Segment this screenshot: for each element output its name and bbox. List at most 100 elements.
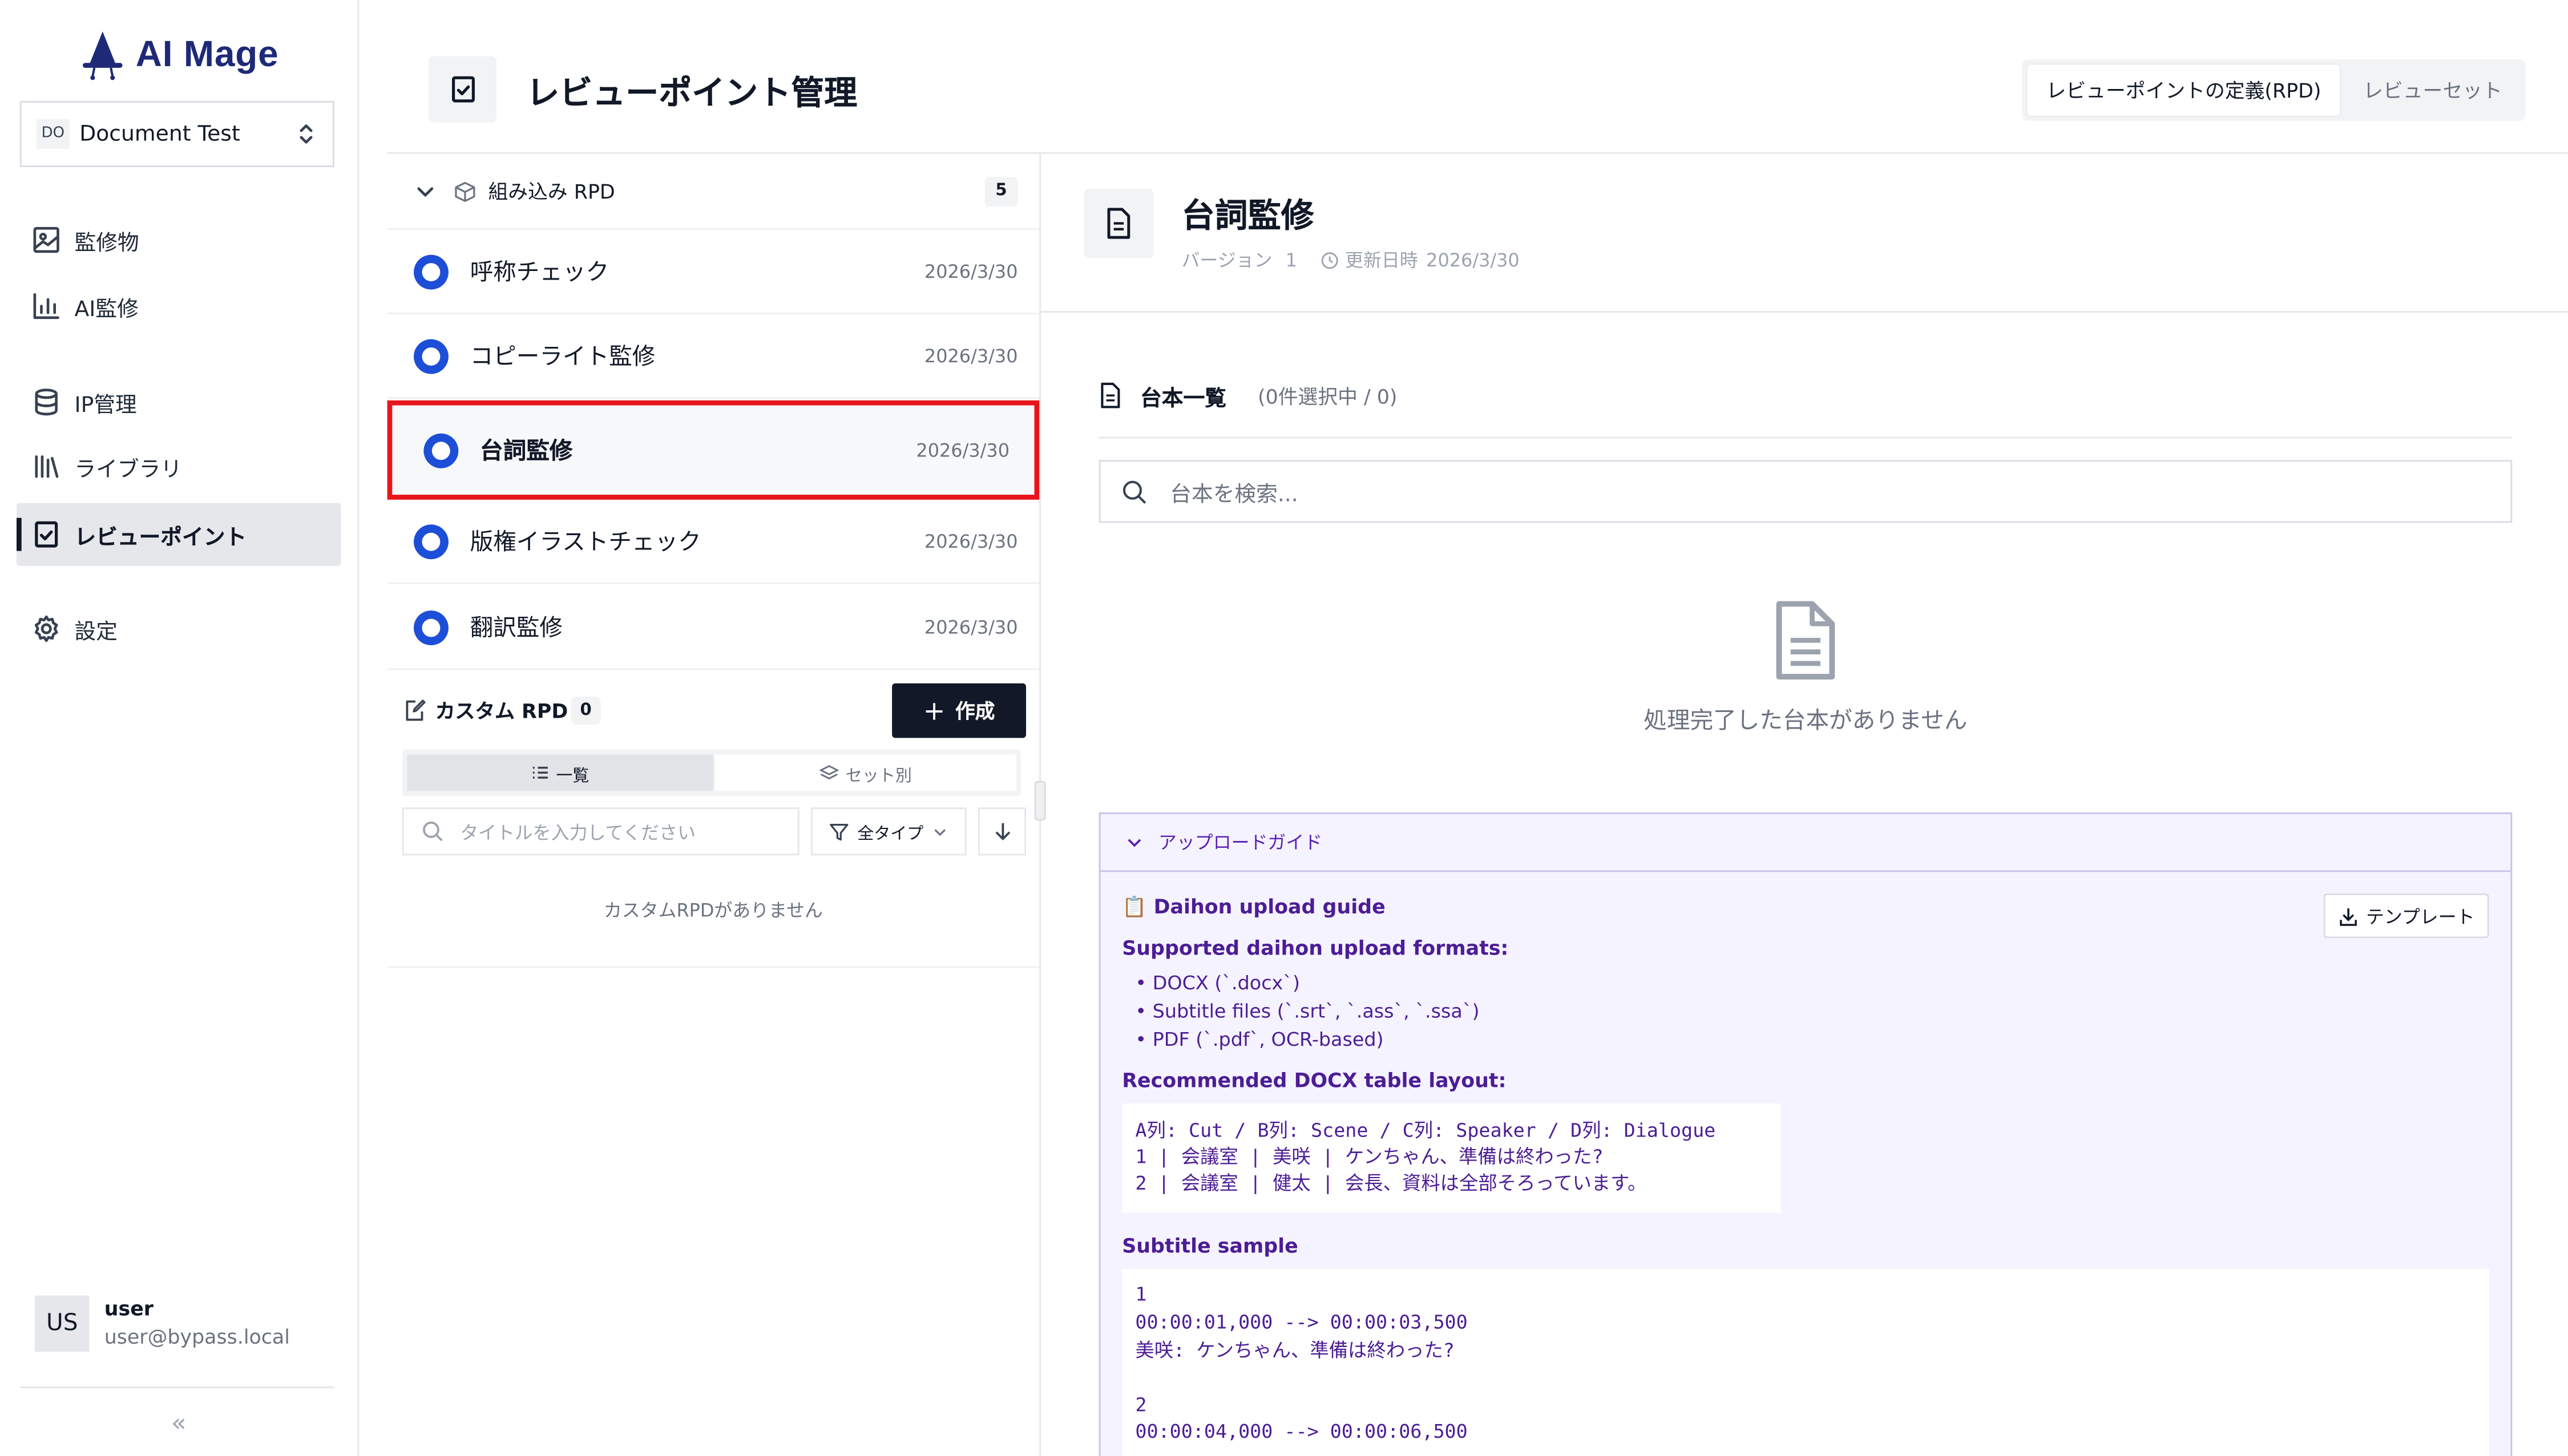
radio-icon [414, 338, 449, 373]
type-filter-select[interactable]: 全タイプ [811, 807, 967, 856]
sidebar-item-label: 監修物 [74, 230, 139, 256]
custom-empty-message: カスタムRPDがありません [603, 900, 823, 922]
user-email: user@bypass.local [104, 1325, 290, 1349]
cube-icon [454, 180, 477, 203]
tab-label: レビューセット [2363, 79, 2502, 103]
sidebar-item-library[interactable]: ライブラリ [17, 435, 341, 498]
item-name: 呼称チェック [470, 260, 609, 286]
sidebar-item-review-objects[interactable]: 監修物 [17, 208, 341, 271]
version-label: バージョン [1181, 249, 1273, 272]
template-download-button[interactable]: テンプレート [2323, 893, 2489, 939]
image-icon [31, 225, 61, 254]
sidebar-item-review-points[interactable]: レビューポイント [17, 503, 341, 566]
active-indicator [17, 517, 22, 551]
script-list-count: (0件選択中 / 0) [1258, 385, 1398, 409]
detail-title: 台詞監修 [1181, 195, 1314, 235]
search-placeholder: タイトルを入力してください [460, 821, 696, 843]
app-logo[interactable]: AI Mage [79, 26, 278, 83]
view-tab-list[interactable]: 一覧 [407, 754, 713, 791]
empty-document-icon [1772, 599, 1839, 682]
gear-icon [31, 614, 61, 644]
list-item[interactable]: 版権イラストチェック 2026/3/30 [387, 500, 1040, 584]
sidebar-item-label: IP管理 [74, 393, 137, 418]
list-item[interactable]: 呼称チェック 2026/3/30 [387, 230, 1040, 314]
script-search-placeholder: 台本を検索... [1170, 482, 1298, 507]
create-button-label: 作成 [955, 699, 995, 723]
filter-icon [829, 822, 849, 842]
database-icon [31, 387, 61, 417]
code-line: 1 [1135, 1282, 1147, 1306]
updated-label: 更新日時 [1345, 249, 1418, 272]
arrow-down-icon [992, 820, 1012, 842]
plus-icon: + [923, 694, 946, 726]
tab-review-set[interactable]: レビューセット [2345, 64, 2520, 116]
sidebar-item-settings[interactable]: 設定 [17, 597, 341, 660]
sidebar: AI Mage DO Document Test 監修物 AI監修 IP管理 ラ… [0, 0, 360, 1456]
header-tabs: レビューポイントの定義(RPD) レビューセット [2022, 59, 2526, 121]
custom-search-input[interactable]: タイトルを入力してください [402, 807, 800, 856]
detail-meta: バージョン 1 更新日時 2026/3/30 [1182, 246, 1520, 273]
custom-rpd-title: カスタム RPD [435, 699, 568, 723]
template-button-label: テンプレート [2366, 905, 2475, 928]
item-date: 2026/3/30 [924, 616, 1018, 638]
item-name: 版権イラストチェック [470, 529, 701, 556]
format-item: • Subtitle files (`.srt`, `.ass`, `.ssa`… [1135, 999, 1480, 1023]
item-name: コピーライト監修 [470, 344, 656, 371]
document-icon [1104, 207, 1133, 240]
code-line: 00:00:01,000 --> 00:00:03,500 [1135, 1310, 1468, 1334]
project-selector[interactable]: DO Document Test [19, 100, 334, 167]
create-button[interactable]: + 作成 [892, 683, 1026, 738]
subtitle-sample-title: Subtitle sample [1122, 1234, 1298, 1257]
sidebar-item-ai-review[interactable]: AI監修 [17, 274, 341, 337]
list-item-selected[interactable]: 台詞監修 2026/3/30 [387, 400, 1040, 500]
sidebar-item-label: ライブラリ [74, 457, 183, 483]
sidebar-item-label: 設定 [74, 620, 118, 645]
resize-handle[interactable] [1034, 780, 1046, 821]
chevron-down-icon [415, 181, 435, 201]
radio-icon [414, 609, 449, 645]
script-search-input[interactable]: 台本を検索... [1099, 460, 2513, 523]
guide-heading: 📋 Daihon upload guide [1122, 895, 1386, 919]
clock-icon [1321, 250, 1339, 269]
section-title: 組み込み RPD [488, 180, 615, 204]
radio-icon [414, 523, 449, 559]
code-line: 美咲: ケンちゃん、準備は終わった? [1135, 1338, 1455, 1362]
code-line: 1 | 会議室 | 美咲 | ケンちゃん、準備は終わった? [1135, 1144, 1604, 1168]
item-date: 2026/3/30 [916, 439, 1010, 461]
view-tab-label: セット別 [845, 767, 912, 786]
divider [19, 1386, 334, 1389]
view-tab-by-set[interactable]: セット別 [714, 754, 1016, 791]
upload-guide-toggle[interactable]: アップロードガイド [1100, 814, 2511, 872]
radio-icon [423, 432, 459, 468]
sort-button[interactable] [978, 807, 1026, 856]
upload-guide-toggle-label: アップロードガイド [1158, 832, 1323, 854]
count-badge: 5 [984, 176, 1018, 207]
user-name: user [104, 1297, 154, 1321]
chevron-down-icon [932, 823, 948, 840]
sidebar-item-label: レビューポイント [74, 525, 247, 551]
document-icon [1099, 382, 1123, 409]
tab-rpd[interactable]: レビューポイントの定義(RPD) [2027, 64, 2340, 116]
divider [1099, 436, 2513, 439]
wizard-hat-icon [79, 28, 126, 81]
page-title-icon-box [429, 56, 496, 123]
updated-value: 2026/3/30 [1426, 249, 1520, 271]
clipboard-check-icon [447, 75, 477, 104]
item-name: 翻訳監修 [470, 615, 563, 642]
user-initials: US [46, 1310, 78, 1337]
item-name: 台詞監修 [480, 438, 573, 465]
format-item: • DOCX (`.docx`) [1135, 971, 1300, 994]
chevron-updown-icon [296, 123, 316, 146]
user-avatar[interactable]: US [34, 1295, 90, 1352]
view-toggle: 一覧 セット別 [402, 749, 1021, 796]
chevron-down-icon [1125, 833, 1144, 851]
list-item[interactable]: 翻訳監修 2026/3/30 [387, 586, 1040, 670]
collapse-sidebar-button[interactable]: « [162, 1406, 195, 1439]
code-line: 2 | 会議室 | 健太 | 会長、資料は全部そろっています。 [1135, 1171, 1647, 1195]
sidebar-item-ip-management[interactable]: IP管理 [17, 371, 341, 434]
library-icon [31, 452, 61, 482]
builtin-rpd-header[interactable]: 組み込み RPD 5 [387, 154, 1040, 230]
count-badge: 0 [571, 696, 601, 725]
list-item[interactable]: コピーライト監修 2026/3/30 [387, 314, 1040, 399]
view-tab-label: 一覧 [556, 767, 589, 786]
